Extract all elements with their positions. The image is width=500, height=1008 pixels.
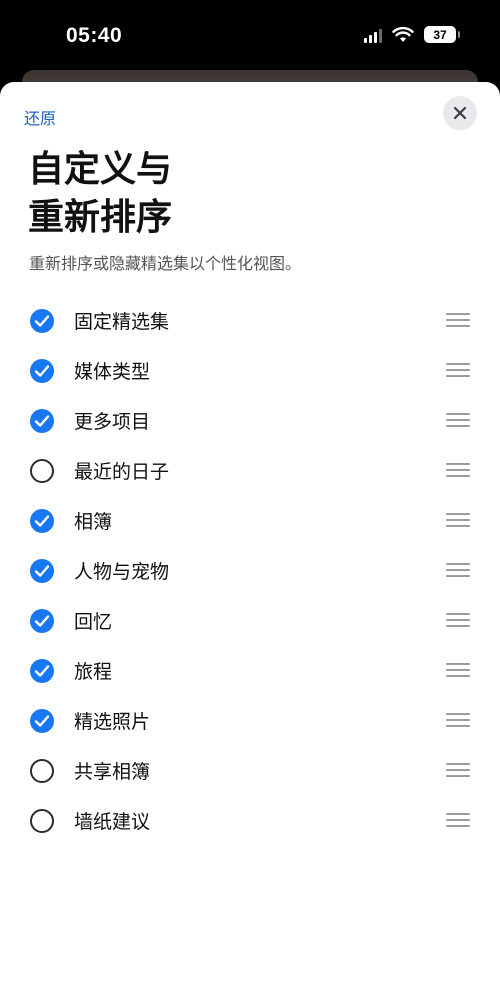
status-icons: 37 [364,26,460,43]
customize-sheet: 还原 自定义与 重新排序 重新排序或隐藏精选集以个性化视图。 固定精选集 媒体类… [0,82,500,1008]
drag-handle-icon[interactable] [446,613,470,627]
list-item[interactable]: 人物与宠物 [0,545,500,595]
close-button[interactable] [443,96,477,130]
checkbox[interactable] [30,309,54,333]
list-item[interactable]: 更多项目 [0,395,500,445]
item-label: 媒体类型 [74,361,151,383]
status-time: 05:40 [66,24,123,47]
subtitle: 重新排序或隐藏精选集以个性化视图。 [29,254,302,273]
item-label: 墙纸建议 [74,811,151,833]
checkbox[interactable] [30,359,54,383]
checkbox[interactable] [30,459,54,483]
checkbox[interactable] [30,759,54,783]
list-item[interactable]: 固定精选集 [0,295,500,345]
checkbox[interactable] [30,509,54,533]
item-label: 精选照片 [74,711,151,733]
list-item[interactable]: 相簿 [0,495,500,545]
checkbox[interactable] [30,609,54,633]
drag-handle-icon[interactable] [446,663,470,677]
drag-handle-icon[interactable] [446,313,470,327]
checkmark-icon [34,315,50,327]
checkmark-icon [34,365,50,377]
item-label: 更多项目 [74,411,151,433]
drag-handle-icon[interactable] [446,413,470,427]
item-label: 旅程 [74,661,113,683]
drag-handle-icon[interactable] [446,563,470,577]
checkmark-icon [34,415,50,427]
checkmark-icon [34,615,50,627]
item-label: 固定精选集 [74,311,170,333]
cellular-signal-icon [364,27,382,43]
checkbox[interactable] [30,709,54,733]
list-item[interactable]: 共享相簿 [0,745,500,795]
checkmark-icon [34,565,50,577]
item-label: 共享相簿 [74,761,151,783]
reset-button[interactable]: 还原 [24,105,56,129]
checkmark-icon [34,515,50,527]
checkbox[interactable] [30,409,54,433]
checkbox[interactable] [30,809,54,833]
close-icon [453,106,467,120]
page-title-line-2: 重新排序 [28,197,173,238]
list-item[interactable]: 墙纸建议 [0,795,500,845]
collection-list: 固定精选集 媒体类型 更多项目 最近的日子 相簿 人物与宠物 回忆 旅程 精选照… [0,295,500,845]
item-label: 最近的日子 [74,461,170,483]
drag-handle-icon[interactable] [446,713,470,727]
list-item[interactable]: 精选照片 [0,695,500,745]
drag-handle-icon[interactable] [446,363,470,377]
checkmark-icon [34,665,50,677]
page-title-line-1: 自定义与 [28,149,173,190]
battery-icon: 37 [424,26,460,43]
item-label: 相簿 [74,511,113,533]
item-label: 回忆 [74,611,113,633]
list-item[interactable]: 最近的日子 [0,445,500,495]
list-item[interactable]: 回忆 [0,595,500,645]
wifi-icon [392,26,414,42]
drag-handle-icon[interactable] [446,813,470,827]
drag-handle-icon[interactable] [446,763,470,777]
list-item[interactable]: 旅程 [0,645,500,695]
checkmark-icon [34,715,50,727]
drag-handle-icon[interactable] [446,463,470,477]
list-item[interactable]: 媒体类型 [0,345,500,395]
page-title: 自定义与 重新排序 [28,146,172,242]
status-bar: 05:40 37 [0,0,500,75]
drag-handle-icon[interactable] [446,513,470,527]
item-label: 人物与宠物 [74,561,170,583]
checkbox[interactable] [30,659,54,683]
checkbox[interactable] [30,559,54,583]
